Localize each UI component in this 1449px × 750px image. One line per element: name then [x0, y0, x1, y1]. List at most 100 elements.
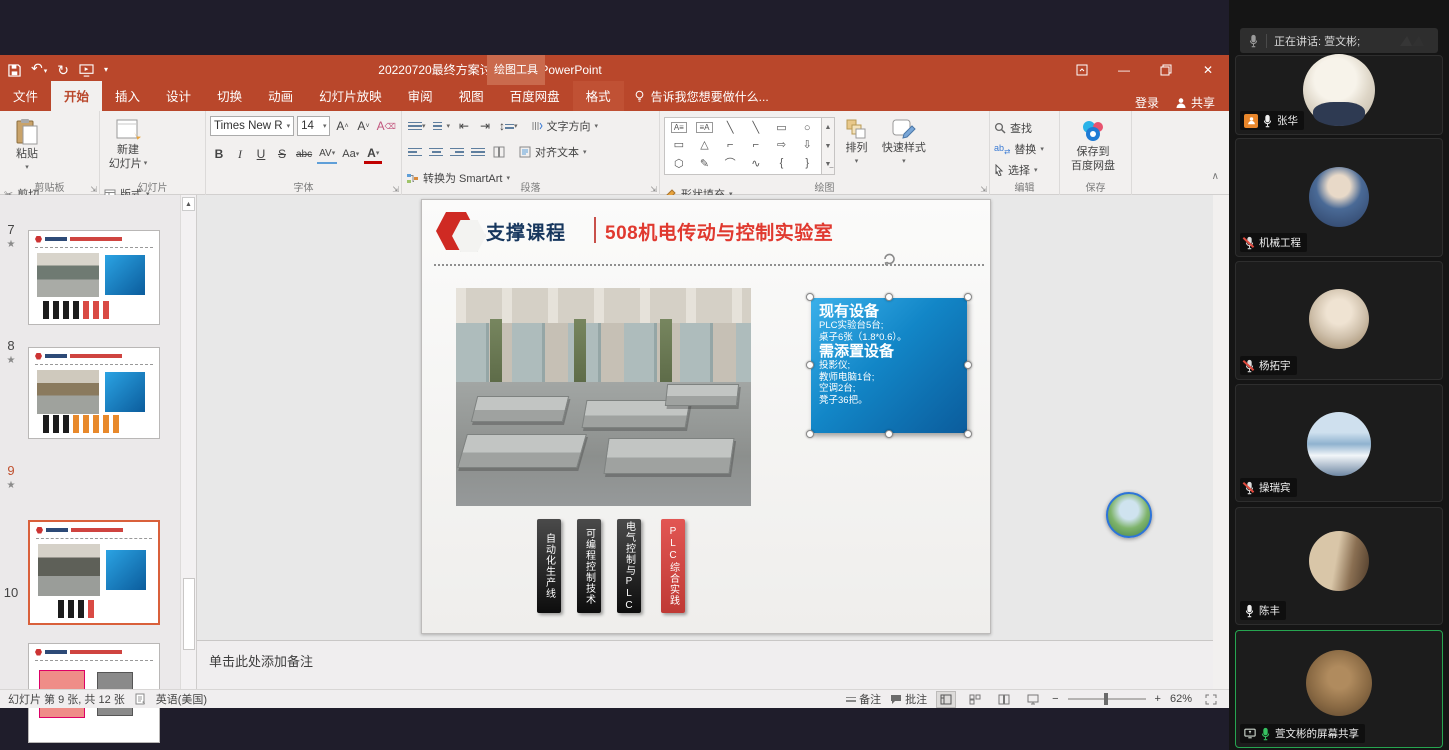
justify-button[interactable] — [469, 142, 487, 162]
zoom-in-button[interactable]: + — [1155, 693, 1161, 705]
shape-icon[interactable]: ⌐ — [727, 139, 733, 151]
video-tile[interactable]: 杨拓宇 — [1235, 261, 1443, 380]
shape-icon[interactable]: ⬡ — [674, 157, 684, 170]
shape-icon[interactable]: ✎ — [700, 157, 709, 170]
shape-icon[interactable]: ⌐ — [753, 139, 759, 151]
rotate-handle-icon[interactable] — [880, 250, 898, 268]
shape-icon[interactable]: ⇨ — [777, 138, 786, 151]
selection-handle[interactable] — [885, 293, 893, 301]
zoom-out-button[interactable]: − — [1052, 693, 1058, 705]
selection-handle[interactable] — [806, 293, 814, 301]
selection-handle[interactable] — [964, 293, 972, 301]
tab-slideshow[interactable]: 幻灯片放映 — [306, 81, 395, 111]
tab-format[interactable]: 格式 — [573, 81, 624, 111]
tab-view[interactable]: 视图 — [446, 81, 497, 111]
arrange-button[interactable]: 排列▾ — [839, 114, 873, 180]
shape-icon[interactable]: ▭ — [776, 121, 786, 134]
shapes-gallery[interactable]: A≡ ≡A ╲ ╲ ▭ ○ ▭ △ ⌐ ⌐ ⇨ ⇩ ⬡ ✎ ⌒ — [664, 117, 822, 175]
dialog-launcher[interactable]: ⇲ — [980, 185, 987, 194]
notes-pane[interactable]: 单击此处添加备注 — [197, 640, 1213, 689]
increase-indent-button[interactable]: ⇥ — [476, 116, 494, 136]
tab-review[interactable]: 审阅 — [395, 81, 446, 111]
restore-button[interactable] — [1145, 55, 1187, 85]
shape-icon[interactable]: } — [805, 157, 809, 169]
clear-formatting-button[interactable]: A⌫ — [375, 116, 397, 136]
font-size-combo[interactable]: 14▾ — [297, 116, 330, 136]
shapes-gallery-scrollbar[interactable]: ▲ ▼ ▼̲ — [822, 117, 835, 175]
tab-file[interactable]: 文件 — [0, 81, 51, 111]
shape-icon[interactable]: ∿ — [751, 157, 760, 170]
slide-thumbnail-7[interactable] — [28, 230, 160, 325]
save-to-baidu-button[interactable]: 保存到 百度网盘 — [1064, 114, 1122, 180]
video-tile[interactable]: 操瑞宾 — [1235, 384, 1443, 502]
selection-handle[interactable] — [806, 361, 814, 369]
font-name-combo[interactable]: Times New R▾ — [210, 116, 294, 136]
align-left-button[interactable] — [406, 142, 424, 162]
language-indicator[interactable]: 英语(美国) — [156, 691, 207, 707]
tab-home[interactable]: 开始 — [51, 81, 102, 111]
shapes-scroll-down[interactable]: ▼ — [822, 137, 834, 156]
tab-design[interactable]: 设计 — [153, 81, 204, 111]
columns-button[interactable] — [490, 142, 508, 162]
equipment-textbox[interactable]: 现有设备 PLC实验台5台; 桌子6张（1.8*0.6）。 需添置设备 投影仪;… — [811, 298, 967, 433]
underline-button[interactable]: U — [252, 144, 270, 164]
quick-styles-button[interactable]: 快速样式▾ — [878, 114, 930, 180]
shape-icon[interactable]: ╲ — [753, 121, 760, 134]
strikethrough-button[interactable]: S — [273, 144, 291, 164]
decrease-font-button[interactable]: A˅ — [354, 116, 372, 136]
tell-me-box[interactable]: 告诉我您想要做什么... — [624, 83, 779, 111]
slide-sorter-view-button[interactable] — [965, 691, 985, 708]
zoom-level[interactable]: 62% — [1170, 693, 1192, 705]
collapse-ribbon-button[interactable]: ∧ — [1202, 111, 1229, 194]
select-button[interactable]: 选择▾ — [994, 161, 1044, 179]
text-direction-button[interactable]: 文字方向▾ — [531, 117, 599, 135]
italic-button[interactable]: I — [231, 144, 249, 164]
zoom-slider-thumb[interactable] — [1104, 693, 1108, 705]
thumbnail-scroll-thumb[interactable] — [183, 578, 195, 650]
dialog-launcher[interactable]: ⇲ — [90, 185, 97, 194]
shape-icon[interactable]: ╲ — [727, 121, 734, 134]
shape-icon[interactable]: △ — [700, 138, 708, 151]
shape-icon[interactable]: ≡A — [696, 122, 712, 133]
dialog-launcher[interactable]: ⇲ — [392, 185, 399, 194]
align-right-button[interactable] — [448, 142, 466, 162]
shape-icon[interactable]: { — [780, 157, 784, 169]
shape-icon[interactable]: ⌒ — [725, 155, 736, 171]
slide-thumbnail-9[interactable] — [28, 520, 160, 625]
tab-insert[interactable]: 插入 — [102, 81, 153, 111]
bullets-button[interactable]: ▾ — [406, 116, 428, 136]
selection-handle[interactable] — [806, 430, 814, 438]
thumbnail-scrollbar[interactable]: ▲ — [180, 195, 196, 689]
shadow-button[interactable]: abc — [294, 144, 314, 164]
selection-handle[interactable] — [964, 430, 972, 438]
notes-indicator-icon[interactable] — [135, 693, 146, 705]
shape-icon[interactable]: A≡ — [671, 122, 687, 133]
reading-view-button[interactable] — [994, 691, 1014, 708]
minimize-button[interactable]: — — [1103, 55, 1145, 85]
increase-font-button[interactable]: A˄ — [333, 116, 351, 136]
sign-in-button[interactable]: 登录 — [1135, 94, 1159, 111]
thumbnail-scroll-up[interactable]: ▲ — [182, 197, 195, 211]
video-tile-sharing[interactable]: 萱文彬的屏幕共享 — [1235, 630, 1443, 748]
replace-button[interactable]: ab⇄ 替换▾ — [994, 140, 1044, 158]
selection-handle[interactable] — [885, 430, 893, 438]
comments-toggle-button[interactable]: 批注 — [890, 691, 927, 707]
save-icon[interactable] — [8, 64, 21, 77]
align-center-button[interactable] — [427, 142, 445, 162]
selection-handle[interactable] — [964, 361, 972, 369]
tab-animations[interactable]: 动画 — [255, 81, 306, 111]
new-slide-button[interactable]: 新建 幻灯片▾ — [104, 114, 152, 180]
tab-transitions[interactable]: 切换 — [204, 81, 255, 111]
line-spacing-button[interactable]: ↕▾ — [497, 116, 520, 136]
find-button[interactable]: 查找 — [994, 119, 1044, 137]
normal-view-button[interactable] — [936, 691, 956, 708]
tab-baidu-netdisk[interactable]: 百度网盘 — [497, 81, 573, 111]
align-text-button[interactable]: 对齐文本▾ — [519, 143, 587, 161]
video-tile[interactable]: 机械工程 — [1235, 138, 1443, 257]
slideshow-view-button[interactable] — [1023, 691, 1043, 708]
shapes-more-button[interactable]: ▼̲ — [822, 155, 834, 174]
bold-button[interactable]: B — [210, 144, 228, 164]
font-color-button[interactable]: A▾ — [364, 144, 382, 164]
dialog-launcher[interactable]: ⇲ — [650, 185, 657, 194]
shapes-scroll-up[interactable]: ▲ — [822, 118, 834, 137]
